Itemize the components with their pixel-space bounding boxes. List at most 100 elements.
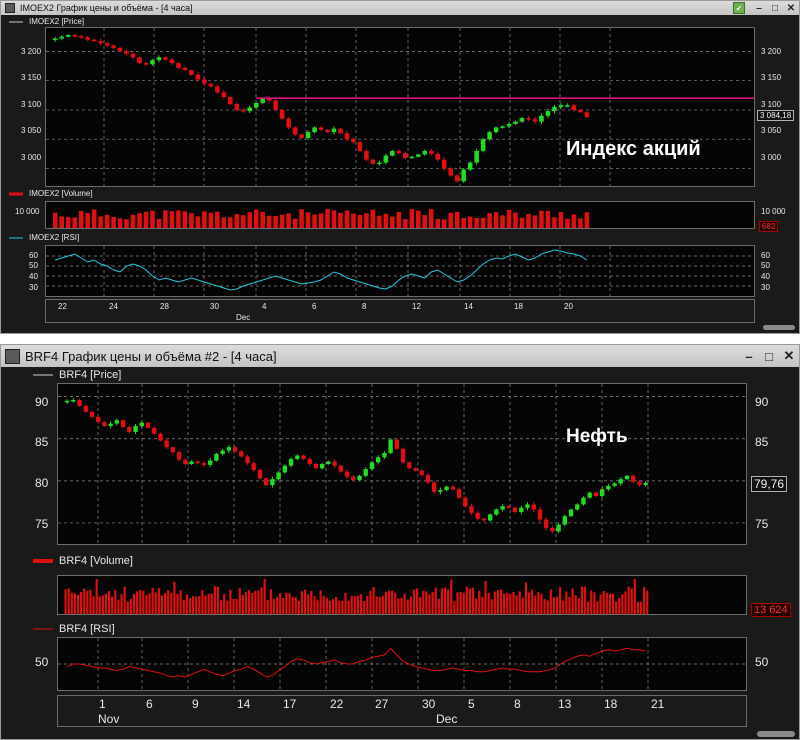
horizontal-scrollbar[interactable]	[763, 325, 795, 330]
candle-body	[487, 514, 493, 521]
candle-body	[318, 127, 324, 130]
candle-body	[450, 486, 456, 490]
volume-panel-title: BRF4 [Volume]	[33, 555, 133, 567]
price-plot[interactable]: Нефть	[57, 383, 747, 545]
volume-bar	[150, 210, 155, 228]
candle-body	[195, 461, 200, 464]
candle-body	[65, 35, 71, 37]
x-tick-label: 6	[312, 302, 317, 311]
rsi-plot[interactable]	[57, 637, 747, 691]
volume-bar	[316, 600, 319, 614]
volume-bar	[80, 591, 83, 614]
y-tick-label: 40	[761, 272, 770, 281]
price-plot[interactable]: Индекс акций	[45, 27, 755, 187]
volume-bar	[524, 582, 528, 614]
candle-body	[388, 439, 393, 454]
candle-body	[257, 469, 263, 479]
volume-plot[interactable]	[45, 201, 755, 229]
volume-bar	[221, 217, 227, 228]
volume-bar	[590, 590, 593, 614]
candle-body	[435, 153, 441, 160]
volume-bar	[381, 595, 384, 614]
y-tick-label: 3 100	[761, 100, 782, 109]
window-title: BRF4 График цены и объёма #2 - [4 часа]	[25, 348, 277, 364]
candle-body	[83, 405, 88, 412]
legend-line-icon	[9, 237, 23, 238]
volume-plot[interactable]	[57, 575, 747, 615]
price-panel-title: BRF4 [Price]	[33, 369, 121, 381]
volume-bar	[70, 592, 73, 614]
candle-body	[282, 465, 288, 473]
volume-bar	[425, 591, 428, 614]
legend-line-icon	[9, 192, 23, 195]
candle-body	[469, 506, 474, 513]
volume-bar	[409, 596, 412, 614]
minimize-button[interactable]: –	[751, 2, 767, 14]
volume-bar	[363, 601, 366, 614]
volume-bar	[247, 590, 251, 614]
close-button[interactable]: ✕	[779, 346, 799, 366]
time-axis[interactable]: 1 6 9 14 17 22 27 30 5 8 13 18 21 Nov De…	[57, 695, 747, 727]
volume-bar	[509, 593, 512, 614]
volume-bar	[76, 594, 80, 614]
volume-bar	[331, 210, 337, 228]
candle-body	[208, 83, 214, 87]
x-tick-label: 28	[160, 302, 169, 311]
window-titlebar[interactable]: IMOEX2 График цены и объёма - [4 часа] ✓…	[1, 1, 799, 15]
volume-bar	[359, 594, 363, 614]
candle-body	[226, 447, 232, 451]
candle-body	[357, 475, 362, 480]
volume-bar	[378, 596, 381, 614]
volume-bar	[409, 209, 415, 228]
volume-bar	[202, 211, 207, 228]
volume-bar	[440, 588, 444, 614]
candle-body	[331, 128, 337, 133]
candle-body	[441, 159, 447, 169]
chart-window-brf4: BRF4 График цены и объёма #2 - [4 часа] …	[0, 344, 800, 740]
candle-body	[357, 142, 363, 151]
time-axis[interactable]: 22 24 28 30 4 6 8 12 14 18 20 Dec	[45, 299, 755, 323]
maximize-button[interactable]: □	[767, 2, 783, 14]
volume-bar	[213, 586, 216, 614]
volume-bar	[531, 589, 534, 614]
volume-bar	[338, 600, 341, 614]
candle-body	[550, 528, 555, 532]
volume-bar	[496, 590, 500, 614]
volume-bar	[568, 596, 571, 614]
volume-bar	[269, 589, 272, 614]
rsi-plot[interactable]	[45, 245, 755, 297]
volume-bar	[571, 588, 574, 614]
candle-body	[228, 97, 233, 105]
candle-body	[643, 482, 648, 486]
candle-body	[202, 79, 207, 84]
x-tick-label: 13	[558, 697, 572, 711]
close-button[interactable]: ✕	[783, 2, 799, 14]
candle-body	[480, 139, 486, 151]
candle-body	[475, 512, 480, 519]
volume-bar	[356, 595, 360, 614]
volume-bar	[73, 593, 76, 614]
volume-bar	[328, 600, 332, 614]
horizontal-scrollbar[interactable]	[757, 731, 795, 737]
volume-bar	[143, 211, 149, 228]
candle-body	[64, 400, 70, 403]
candle-body	[273, 100, 278, 110]
window-titlebar[interactable]: BRF4 График цены и объёма #2 - [4 часа] …	[1, 345, 799, 367]
minimize-button[interactable]: –	[739, 346, 759, 366]
pin-icon[interactable]: ✓	[733, 2, 745, 14]
volume-bar	[319, 590, 322, 614]
volume-bar	[294, 597, 297, 614]
volume-bar	[322, 595, 325, 614]
maximize-button[interactable]: □	[759, 346, 779, 366]
candle-body	[461, 169, 466, 182]
candle-body	[215, 86, 220, 93]
volume-bar	[291, 597, 294, 614]
volume-bar	[621, 594, 624, 614]
volume-bar	[142, 590, 145, 614]
candle-body	[108, 423, 113, 427]
volume-bar	[397, 598, 400, 614]
candle-body	[606, 485, 611, 490]
volume-bar	[459, 591, 462, 614]
volume-bar	[437, 598, 440, 614]
candle-body	[375, 457, 381, 463]
